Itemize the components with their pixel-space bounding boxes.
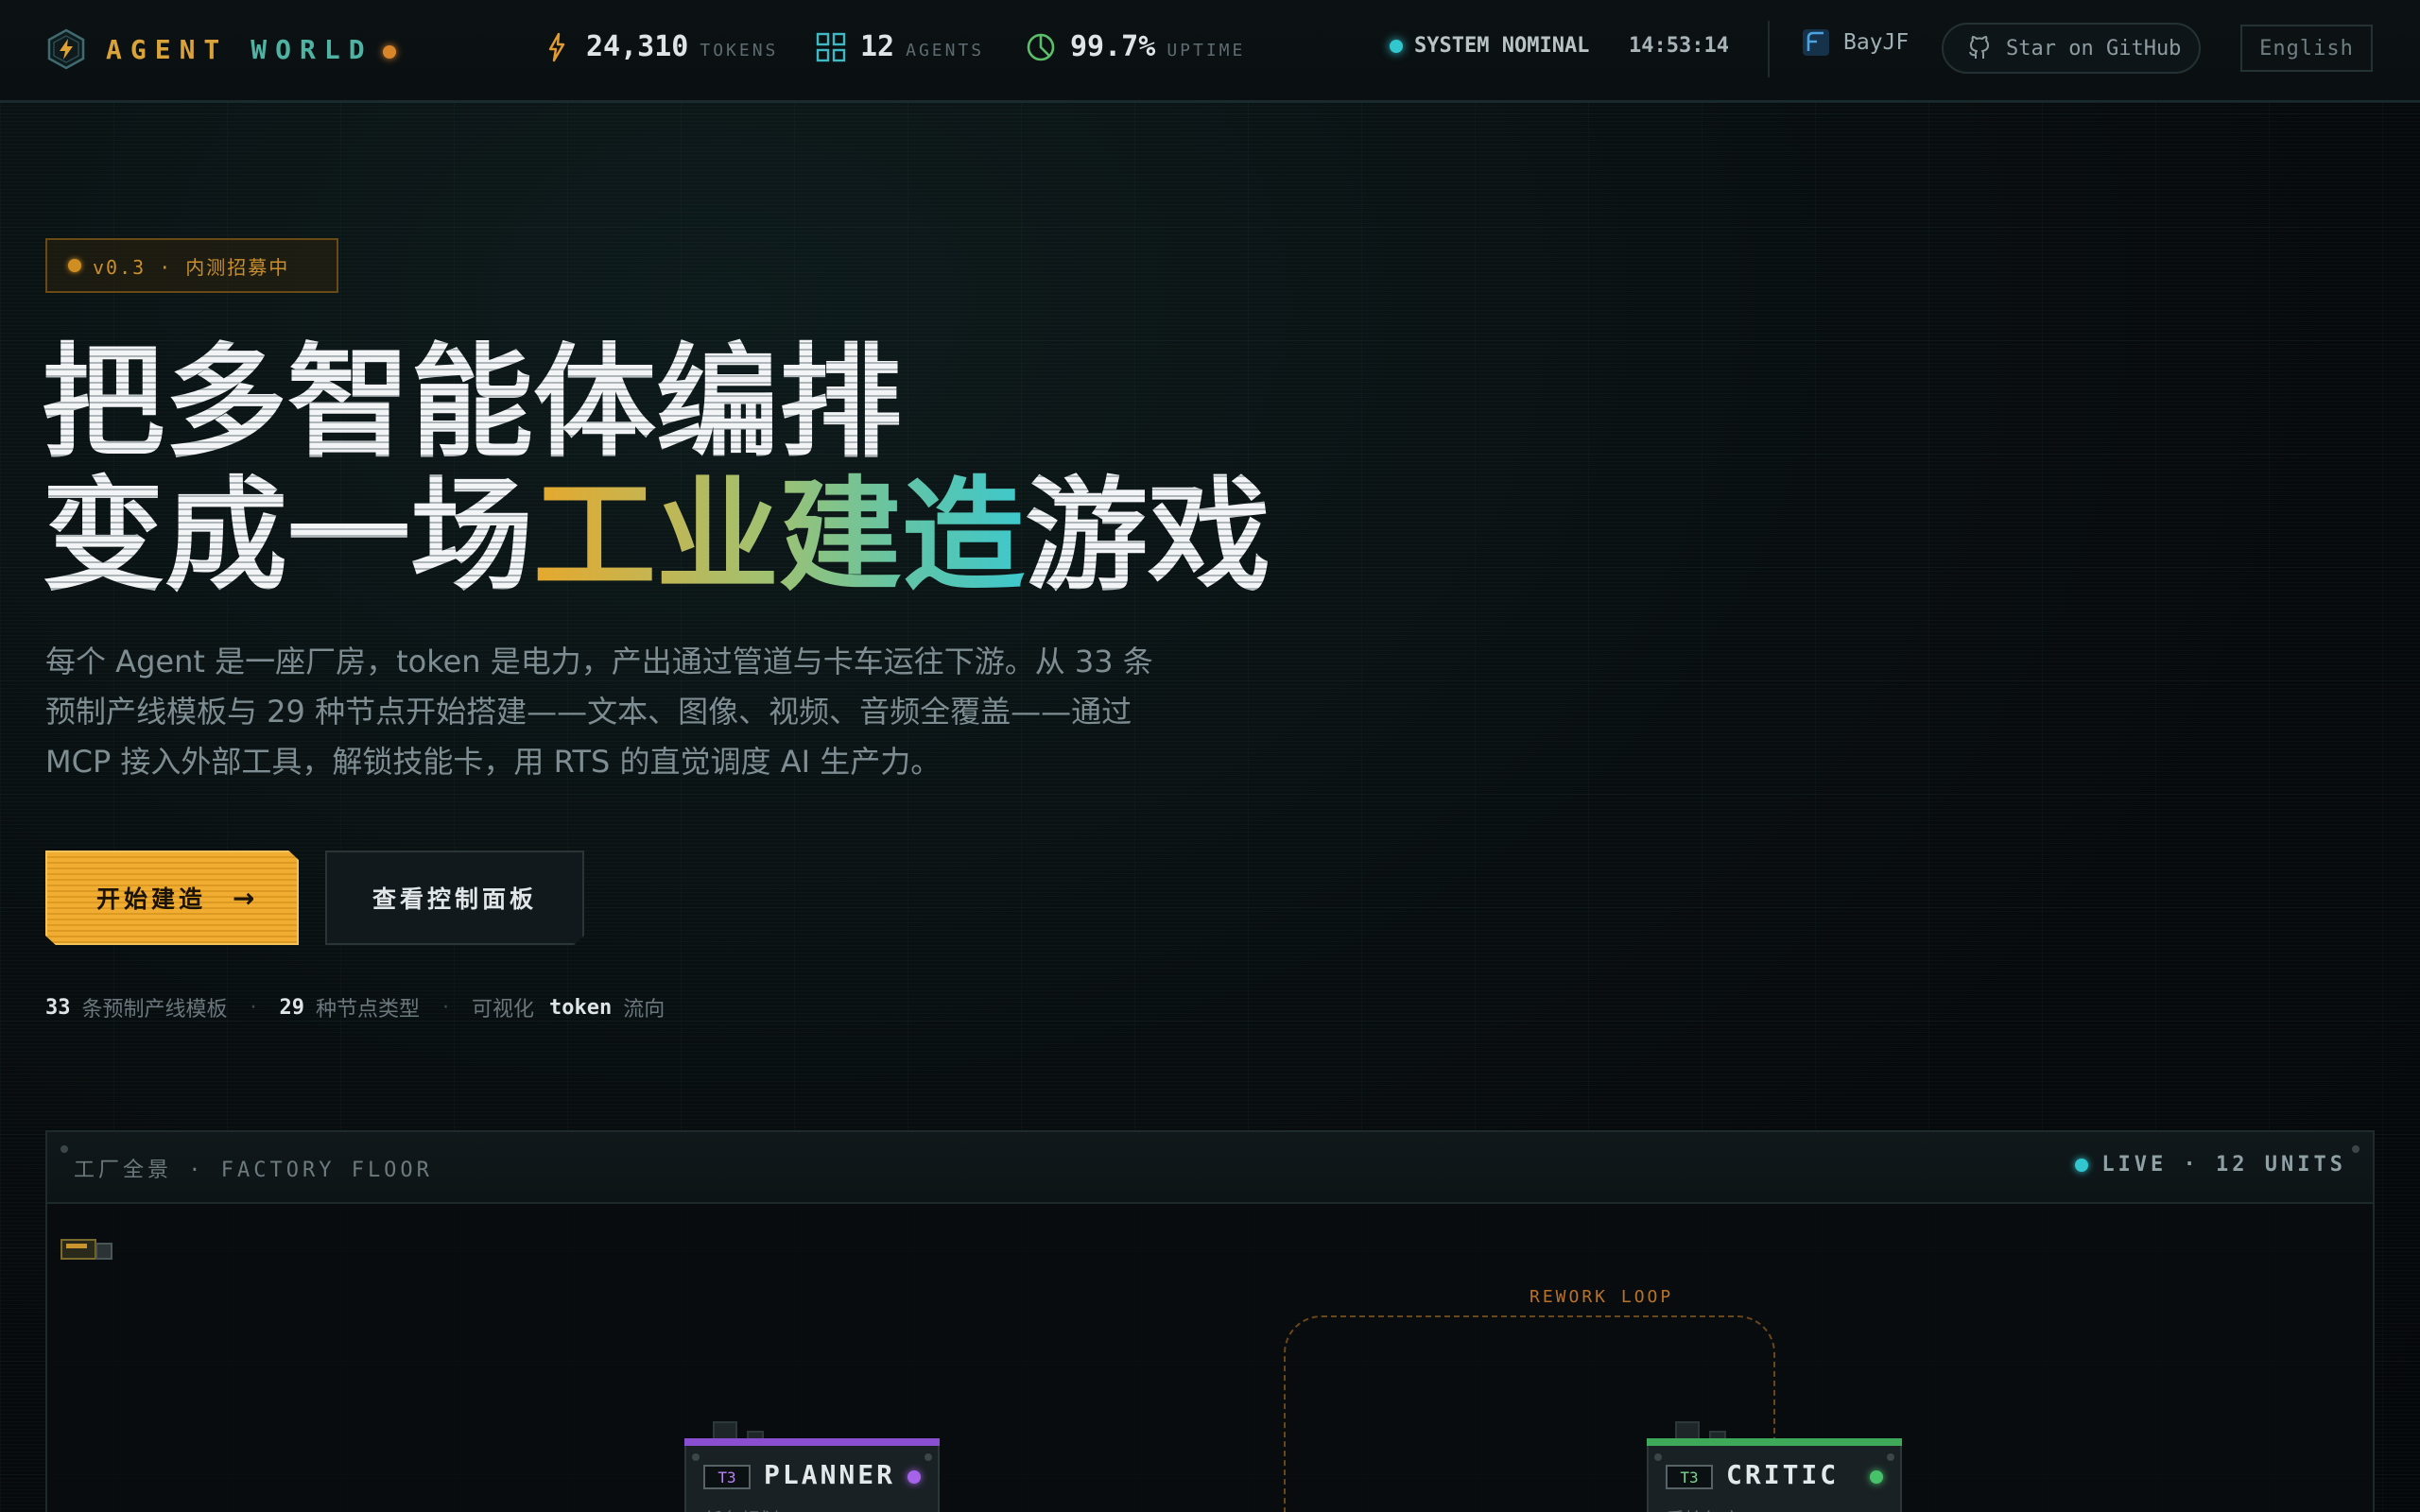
brand-name: AGENT WORLD [106,34,373,65]
node-subtitle: 质检复审 [1666,1504,1741,1512]
node-accent-bar [684,1438,940,1446]
user-name: BayJF [1843,30,1910,55]
factory-node-critic[interactable]: T3 CRITIC 质检复审 [1647,1438,1902,1512]
hero-title-line1: 把多智能体编排 [42,336,902,469]
bolt-icon [548,32,565,61]
node-name: PLANNER [764,1459,896,1490]
github-star-button[interactable]: Star on GitHub [1942,23,2201,74]
divider [1768,21,1770,77]
rework-loop-label: REWORK LOOP [1530,1287,1674,1307]
fact-nodes-text: 种节点类型 [316,998,421,1022]
version-badge: v0.3 · 内测招募中 [45,238,338,293]
gauge-icon [1027,33,1055,60]
factory-live-indicator: LIVE · 12 UNITS [2075,1153,2346,1177]
top-bar: AGENT WORLD 24,310 TOKENS 12 AGENTS 99.7%… [0,0,2420,102]
rivet [925,1453,932,1461]
stat-tokens-unit: TOKENS [700,41,779,60]
fact-nodes-count: 29 [279,995,305,1020]
rivet [60,1145,68,1153]
github-icon [1969,36,1989,59]
brand-status-dot [382,45,396,59]
hero-title-accent: 工业建造 [533,464,1026,608]
status-dot [1390,39,1403,53]
hero-title-suffix: 游戏 [1025,464,1271,608]
node-tier-badge: T3 [703,1465,751,1489]
truck-icon[interactable] [60,1238,113,1261]
user-profile[interactable]: BayJF [1802,28,1909,57]
hero-title-line1-text: 把多智能体编排 [42,331,903,474]
hero-title-line2: 变成一场工业建造游戏 [42,470,1270,602]
hero-title-prefix: 变成一场 [42,464,534,608]
arrow-right-icon: → [233,882,259,914]
hero-facts: 33 条预制产线模板 · 29 种节点类型 · 可视化 token 流向 [45,992,665,1022]
stat-agents: 12 AGENTS [815,30,984,63]
language-toggle[interactable]: English [2240,25,2373,72]
hexagon-bolt-logo-icon [47,28,85,70]
badge-dot [68,259,81,272]
brand-name-agent: AGENT [106,33,229,65]
stat-uptime: 99.7% UPTIME [1025,30,1245,63]
brand-name-world: WORLD [251,33,373,65]
stat-tokens: 24,310 TOKENS [541,30,778,63]
rivet [692,1453,700,1461]
brand[interactable]: AGENT WORLD [45,26,396,72]
fact-token-keyword: token [549,995,613,1020]
factory-floor-title: 工厂全景 · FACTORY FLOOR [74,1159,433,1182]
github-label: Star on GitHub [2006,36,2182,60]
system-status: SYSTEM NOMINAL [1390,34,1589,58]
fact-templates-count: 33 [45,995,71,1020]
stat-uptime-value: 99.7% [1070,30,1156,63]
stat-agents-value: 12 [860,30,895,63]
factory-node-planner[interactable]: T3 PLANNER 任务规划 [684,1438,940,1512]
system-status-text: SYSTEM NOMINAL [1414,34,1590,58]
view-dashboard-label: 查看控制面板 [372,885,537,913]
node-name: CRITIC [1726,1459,1840,1490]
node-status-led [1870,1470,1883,1484]
grid-icon [816,32,846,61]
stat-agents-unit: AGENTS [906,41,985,60]
version-badge-text: v0.3 · 内测招募中 [93,255,290,279]
fact-templates-text: 条预制产线模板 [81,998,228,1022]
start-building-button[interactable]: 开始建造 → [45,850,299,945]
user-avatar-icon [1803,29,1829,56]
view-dashboard-button[interactable]: 查看控制面板 [325,850,584,945]
factory-floor-panel: 工厂全景 · FACTORY FLOOR LIVE · 12 UNITS REW… [45,1130,2375,1512]
rivet [2352,1145,2360,1153]
fact-visual-prefix: 可视化 [472,998,535,1022]
node-tier-badge: T3 [1666,1465,1713,1489]
stat-tokens-value: 24,310 [586,30,689,63]
start-building-label: 开始建造 [96,885,207,913]
hero-description: 每个 Agent 是一座厂房，token 是电力，产出通过管道与卡车运往下游。从… [45,644,1153,780]
clock: 14:53:14 [1629,34,1729,58]
fact-flow-text: 流向 [623,998,666,1022]
stat-uptime-unit: UPTIME [1167,41,1246,60]
node-accent-bar [1647,1438,1902,1446]
live-dot [2075,1158,2089,1172]
fact-separator: · [250,995,257,1020]
factory-floor-header: 工厂全景 · FACTORY FLOOR LIVE · 12 UNITS [47,1132,2373,1204]
rivet [1887,1453,1894,1461]
fact-separator: · [442,995,450,1020]
node-status-led [908,1470,921,1484]
node-subtitle: 任务规划 [703,1504,779,1512]
factory-live-text: LIVE · 12 UNITS [2101,1153,2346,1177]
rivet [1654,1453,1662,1461]
